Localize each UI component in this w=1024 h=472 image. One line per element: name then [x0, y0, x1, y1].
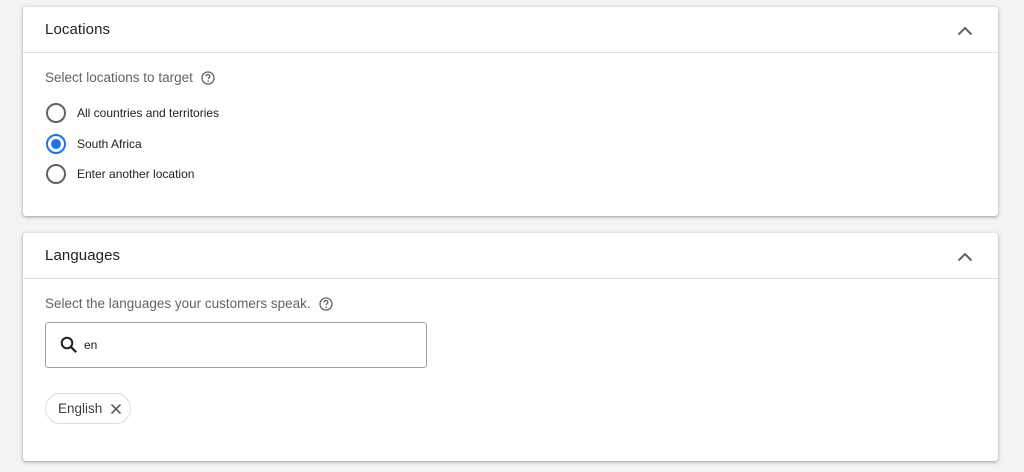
locations-prompt-text: Select locations to target — [45, 70, 193, 85]
radio-button[interactable] — [46, 134, 66, 154]
radio-south-africa[interactable]: South Africa — [46, 134, 142, 154]
chevron-up-icon — [957, 26, 973, 36]
language-chip-english: English — [45, 393, 132, 424]
help-icon[interactable] — [319, 296, 333, 311]
search-icon — [60, 336, 78, 354]
radio-label: All countries and territories — [77, 106, 220, 120]
radio-label: Enter another location — [77, 167, 195, 181]
language-search-input[interactable] — [84, 338, 384, 352]
radio-all-countries[interactable]: All countries and territories — [46, 103, 219, 123]
radio-enter-another-location[interactable]: Enter another location — [46, 164, 194, 184]
collapse-locations-button[interactable] — [952, 18, 978, 44]
locations-header[interactable]: Locations — [23, 7, 998, 53]
chevron-up-icon — [957, 252, 973, 262]
help-icon[interactable] — [201, 70, 215, 85]
locations-card: Locations Select locations to target All… — [23, 7, 998, 216]
language-search-box[interactable] — [45, 322, 427, 368]
languages-prompt-text: Select the languages your customers spea… — [45, 296, 311, 311]
languages-header[interactable]: Languages — [23, 233, 998, 279]
languages-title: Languages — [45, 247, 121, 264]
collapse-languages-button[interactable] — [952, 244, 978, 270]
close-icon[interactable] — [110, 403, 122, 415]
locations-title: Locations — [45, 21, 111, 38]
languages-prompt: Select the languages your customers spea… — [45, 296, 333, 311]
radio-label: South Africa — [77, 137, 142, 151]
languages-card: Languages Select the languages your cust… — [23, 233, 998, 461]
locations-prompt: Select locations to target — [45, 70, 215, 85]
chip-label: English — [58, 401, 103, 416]
radio-button[interactable] — [46, 103, 66, 123]
radio-button[interactable] — [46, 164, 66, 184]
